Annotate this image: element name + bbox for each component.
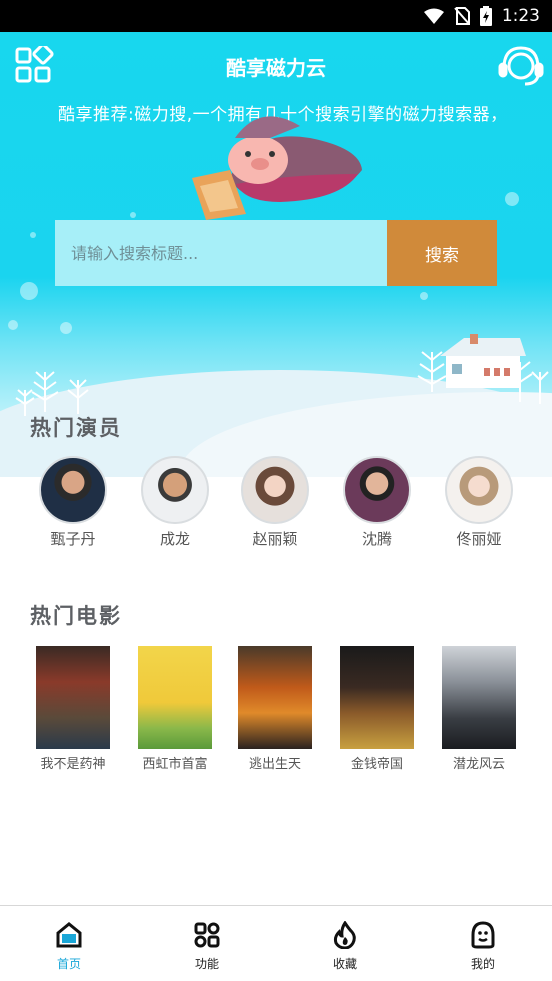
actor-item[interactable]: 甄子丹 <box>28 456 118 549</box>
section-title-movies: 热门电影 <box>30 604 122 628</box>
movie-name: 我不是药神 <box>40 757 106 772</box>
movie-name: 西虹市首富 <box>142 757 208 772</box>
section-title-actors: 热门演员 <box>30 416 122 440</box>
tab-functions[interactable]: 功能 <box>138 906 276 981</box>
actor-name: 沈腾 <box>361 530 392 548</box>
actor-name: 甄子丹 <box>50 530 96 548</box>
actor-item[interactable]: 成龙 <box>130 456 220 549</box>
tab-label: 首页 <box>56 957 81 971</box>
tab-home[interactable]: 首页 <box>0 906 138 981</box>
actor-item[interactable]: 赵丽颖 <box>230 456 320 549</box>
actor-name: 成龙 <box>159 530 190 548</box>
movie-item[interactable]: 潜龙风云 <box>434 646 524 772</box>
avatar <box>445 456 513 524</box>
tab-profile[interactable]: 我的 <box>414 906 552 981</box>
no-sim-icon <box>454 7 470 25</box>
actor-item[interactable]: 沈腾 <box>332 456 422 549</box>
app-title: 酷享磁力云 <box>226 56 326 80</box>
top-bar: 酷享磁力云 <box>0 32 552 96</box>
search-input[interactable] <box>55 220 387 286</box>
avatar <box>39 456 107 524</box>
home-icon <box>56 922 82 948</box>
movie-item[interactable]: 我不是药神 <box>28 646 118 772</box>
movie-name: 金钱帝国 <box>350 757 403 772</box>
search-button[interactable]: 搜索 <box>387 220 497 286</box>
profile-icon <box>471 921 495 949</box>
apps-icon <box>194 922 220 948</box>
movie-poster <box>36 646 110 749</box>
movie-item[interactable]: 逃出生天 <box>230 646 320 772</box>
flame-icon <box>333 921 356 949</box>
bottom-tab-bar: 首页 功能 收藏 我的 <box>0 905 552 981</box>
tab-favorites[interactable]: 收藏 <box>276 906 414 981</box>
movies-list: 我不是药神 西虹市首富 逃出生天 金钱帝国 潜龙风云 <box>0 646 552 776</box>
movie-name: 潜龙风云 <box>452 757 505 772</box>
tab-label: 我的 <box>470 957 495 971</box>
movie-poster <box>340 646 414 749</box>
customer-service-icon[interactable] <box>498 44 544 86</box>
actor-item[interactable]: 佟丽娅 <box>434 456 524 549</box>
movie-poster <box>238 646 312 749</box>
tab-label: 功能 <box>194 957 219 971</box>
movie-poster <box>442 646 516 749</box>
house-illustration <box>440 334 526 388</box>
avatar <box>343 456 411 524</box>
status-time: 1:23 <box>501 6 540 26</box>
actor-name: 佟丽娅 <box>456 530 502 548</box>
movie-poster <box>138 646 212 749</box>
status-bar: 1:23 <box>0 0 552 32</box>
tab-label: 收藏 <box>332 957 357 971</box>
movie-item[interactable]: 金钱帝国 <box>332 646 422 772</box>
actors-list: 甄子丹 成龙 赵丽颖 沈腾 佟丽娅 <box>0 456 552 549</box>
pig-mascot-illustration <box>192 116 362 220</box>
avatar <box>141 456 209 524</box>
movie-name: 逃出生天 <box>248 757 301 772</box>
avatar <box>241 456 309 524</box>
search-bar: 搜索 <box>55 220 497 286</box>
battery-icon <box>479 6 492 26</box>
wifi-icon <box>423 8 444 24</box>
movie-item[interactable]: 西虹市首富 <box>130 646 220 772</box>
actor-name: 赵丽颖 <box>252 530 298 548</box>
